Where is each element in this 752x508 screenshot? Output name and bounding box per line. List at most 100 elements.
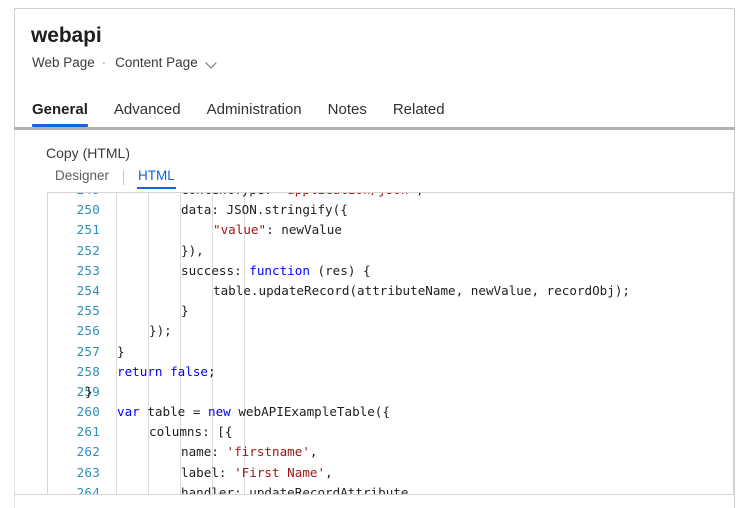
tab-advanced[interactable]: Advanced — [114, 101, 181, 129]
code-token-plain: webAPIExampleTable({ — [231, 404, 390, 419]
line-number: 249 — [48, 193, 100, 200]
code-token-kw: var — [117, 404, 140, 419]
code-text: data: JSON.stringify({ — [181, 200, 348, 220]
section-label: Copy (HTML) — [46, 144, 734, 162]
line-number: 252 — [48, 241, 100, 261]
breadcrumb-entity-type: Web Page — [32, 54, 95, 72]
code-token-plain: } — [181, 303, 189, 318]
code-line[interactable]: 254 table.updateRecord(attributeName, new… — [48, 281, 733, 301]
code-line[interactable]: 261 columns: [{ — [48, 422, 733, 442]
code-editor[interactable]: 249 contentType: "application/json", 250 da… — [47, 192, 734, 494]
code-line[interactable]: 255} — [48, 301, 733, 321]
code-line[interactable]: 258 return false; — [48, 362, 733, 382]
code-token-plain: }), — [181, 243, 204, 258]
line-number: 258 — [48, 362, 100, 382]
code-text: "value": newValue — [213, 220, 342, 240]
code-token-kw: return — [117, 364, 163, 379]
code-text: }); — [149, 321, 172, 341]
code-token-plain: name: — [181, 444, 227, 459]
code-token-plain: : newValue — [266, 222, 342, 237]
code-token-str: 'First Name' — [234, 465, 325, 480]
line-number: 254 — [48, 281, 100, 301]
tab-related[interactable]: Related — [393, 101, 445, 129]
code-line[interactable]: 256}); — [48, 321, 733, 341]
code-token-kw: new — [208, 404, 231, 419]
code-token-plain: , — [310, 444, 318, 459]
code-token-plain: columns: [{ — [149, 424, 232, 439]
code-token-plain: success: — [181, 263, 249, 278]
code-line[interactable]: 250 data: JSON.stringify({ — [48, 200, 733, 220]
line-number: 263 — [48, 463, 100, 483]
breadcrumb-form-name: Content Page — [115, 54, 198, 72]
code-token-plain: table.updateRecord(attributeName, newVal… — [213, 283, 630, 298]
code-token-plain — [163, 364, 171, 379]
code-line[interactable]: 252}), — [48, 241, 733, 261]
code-text: } — [181, 301, 189, 321]
code-token-plain: }); — [149, 323, 172, 338]
code-token-plain: (res) { — [310, 263, 371, 278]
code-text: name: 'firstname', — [181, 442, 318, 462]
code-token-str: "application/json" — [280, 193, 416, 197]
code-token-plain: table = — [140, 404, 208, 419]
breadcrumb: Web Page · Content Page — [32, 54, 218, 72]
tab-administration[interactable]: Administration — [207, 101, 302, 129]
code-token-plain: ; — [208, 364, 216, 379]
code-token-plain: , — [325, 465, 333, 480]
code-token-plain: , — [416, 193, 424, 197]
code-token-plain: } — [117, 344, 125, 359]
editor-tab-designer[interactable]: Designer — [55, 168, 109, 189]
line-number: 261 — [48, 422, 100, 442]
line-number: 257 — [48, 342, 100, 362]
code-token-str: "value" — [213, 222, 266, 237]
record-header-card: webapi Web Page · Content Page General Ad… — [14, 8, 735, 128]
code-text: label: 'First Name', — [181, 463, 333, 483]
breadcrumb-separator: · — [102, 54, 106, 72]
line-number: 260 — [48, 402, 100, 422]
code-text: contentType: "application/json", — [181, 193, 424, 200]
code-line[interactable]: 251 "value": newValue — [48, 220, 733, 240]
code-line[interactable]: 262 name: 'firstname', — [48, 442, 733, 462]
code-token-plain: } — [85, 384, 93, 399]
code-text: return false; — [117, 362, 216, 382]
line-number: 255 — [48, 301, 100, 321]
code-text: } — [85, 382, 93, 402]
line-number: 253 — [48, 261, 100, 281]
code-editor-viewport[interactable]: 249 contentType: "application/json", 250 da… — [48, 193, 733, 494]
line-number: 256 — [48, 321, 100, 341]
section-header: Copy (HTML) — [46, 144, 734, 162]
code-line[interactable]: 263 label: 'First Name', — [48, 463, 733, 483]
page-title: webapi — [31, 23, 102, 49]
code-line[interactable]: 259} — [48, 382, 733, 402]
code-token-plain: handler: updateRecordAttribute — [181, 485, 408, 494]
code-line[interactable]: 257} — [48, 342, 733, 362]
line-number: 250 — [48, 200, 100, 220]
main-tab-strip: General Advanced Administration Notes Relate… — [32, 93, 471, 129]
code-line[interactable]: 253 success: function (res) { — [48, 261, 733, 281]
editor-tab-separator — [123, 170, 124, 185]
code-token-plain: contentType: — [181, 193, 280, 197]
editor-tab-html[interactable]: HTML — [138, 168, 175, 189]
line-number: 262 — [48, 442, 100, 462]
code-token-kw: function — [249, 263, 310, 278]
code-text: } — [117, 342, 125, 362]
code-token-str: 'firstname' — [227, 444, 310, 459]
code-text: }), — [181, 241, 204, 261]
code-line[interactable]: 264 handler: updateRecordAttribute — [48, 483, 733, 494]
code-token-kw: false — [170, 364, 208, 379]
code-text: columns: [{ — [149, 422, 232, 442]
tab-general[interactable]: General — [32, 101, 88, 129]
code-line[interactable]: 249 contentType: "application/json", — [48, 193, 733, 200]
chevron-down-icon[interactable] — [206, 58, 218, 70]
code-line[interactable]: 260 var table = new webAPIExampleTable({ — [48, 402, 733, 422]
line-number: 251 — [48, 220, 100, 240]
code-surface[interactable]: 249 contentType: "application/json", 250 da… — [48, 193, 733, 494]
code-text: success: function (res) { — [181, 261, 371, 281]
code-text: var table = new webAPIExampleTable({ — [117, 402, 390, 422]
tab-notes[interactable]: Notes — [328, 101, 367, 129]
line-number: 264 — [48, 483, 100, 494]
editor-view-tabs: Designer HTML — [55, 168, 175, 189]
editor-bottom-edge — [14, 494, 735, 495]
code-text: table.updateRecord(attributeName, newVal… — [213, 281, 630, 301]
code-token-plain: label: — [181, 465, 234, 480]
code-text: handler: updateRecordAttribute — [181, 483, 408, 494]
